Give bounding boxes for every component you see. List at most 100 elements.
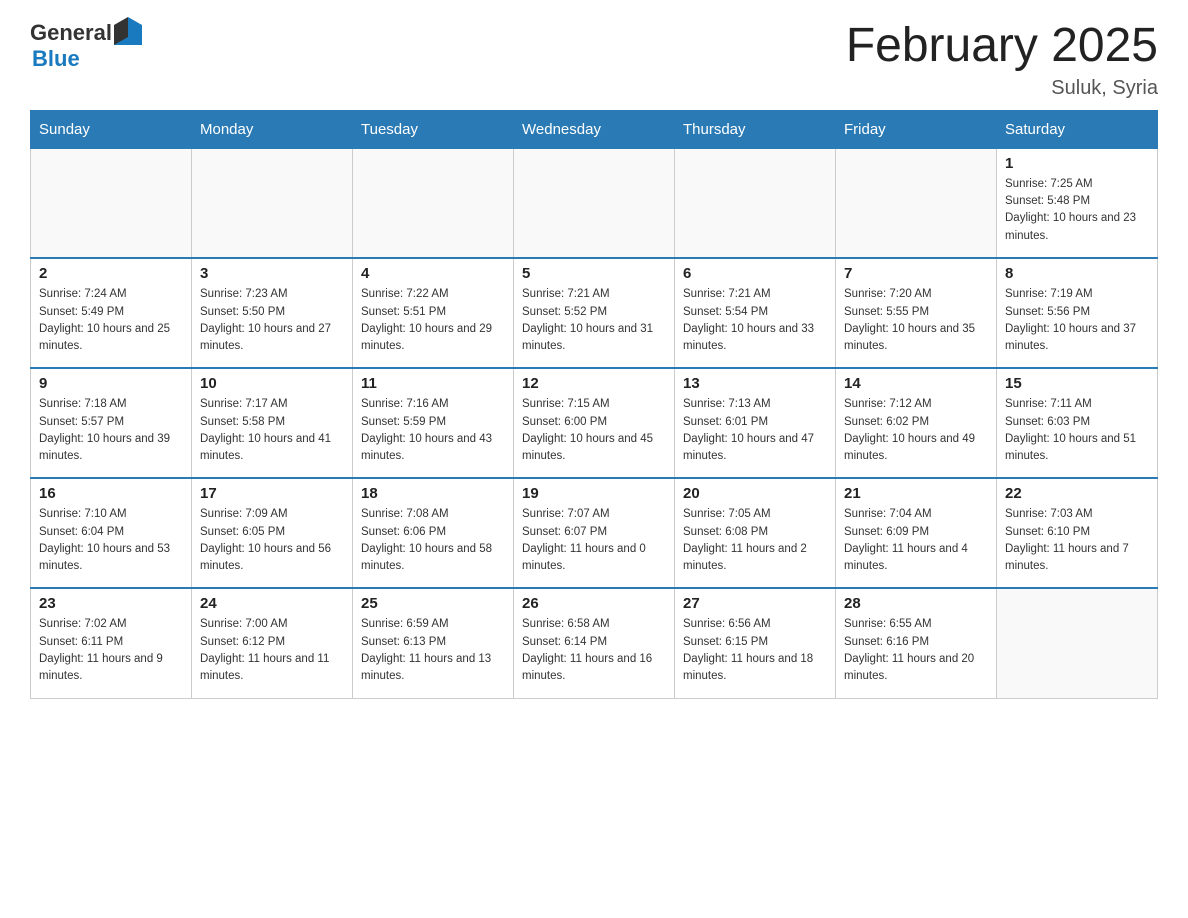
day-info: Sunrise: 6:56 AMSunset: 6:15 PMDaylight:…: [683, 616, 827, 685]
day-info: Sunrise: 7:07 AMSunset: 6:07 PMDaylight:…: [522, 506, 666, 575]
day-info: Sunrise: 7:02 AMSunset: 6:11 PMDaylight:…: [39, 616, 183, 685]
day-number: 24: [200, 595, 344, 612]
col-saturday: Saturday: [997, 110, 1158, 148]
table-row: 10 Sunrise: 7:17 AMSunset: 5:58 PMDayligh…: [192, 368, 353, 478]
table-row: 26 Sunrise: 6:58 AMSunset: 6:14 PMDayligh…: [514, 588, 675, 698]
table-row: 2 Sunrise: 7:24 AMSunset: 5:49 PMDaylight…: [31, 258, 192, 368]
day-number: 21: [844, 485, 988, 502]
day-info: Sunrise: 7:15 AMSunset: 6:00 PMDaylight:…: [522, 396, 666, 465]
table-row: [997, 588, 1158, 698]
table-row: 20 Sunrise: 7:05 AMSunset: 6:08 PMDayligh…: [675, 478, 836, 588]
day-info: Sunrise: 7:20 AMSunset: 5:55 PMDaylight:…: [844, 286, 988, 355]
day-info: Sunrise: 7:24 AMSunset: 5:49 PMDaylight:…: [39, 286, 183, 355]
col-monday: Monday: [192, 110, 353, 148]
logo: General Blue: [30, 20, 142, 72]
day-info: Sunrise: 7:21 AMSunset: 5:54 PMDaylight:…: [683, 286, 827, 355]
day-info: Sunrise: 7:22 AMSunset: 5:51 PMDaylight:…: [361, 286, 505, 355]
calendar-table: Sunday Monday Tuesday Wednesday Thursday…: [30, 110, 1158, 699]
table-row: 4 Sunrise: 7:22 AMSunset: 5:51 PMDaylight…: [353, 258, 514, 368]
table-row: [31, 148, 192, 258]
calendar-week-row: 2 Sunrise: 7:24 AMSunset: 5:49 PMDaylight…: [31, 258, 1158, 368]
day-number: 25: [361, 595, 505, 612]
day-number: 16: [39, 485, 183, 502]
day-info: Sunrise: 6:59 AMSunset: 6:13 PMDaylight:…: [361, 616, 505, 685]
day-number: 13: [683, 375, 827, 392]
day-number: 8: [1005, 265, 1149, 282]
location: Suluk, Syria: [846, 77, 1158, 100]
logo-icon: [114, 17, 142, 45]
day-info: Sunrise: 7:23 AMSunset: 5:50 PMDaylight:…: [200, 286, 344, 355]
day-number: 12: [522, 375, 666, 392]
table-row: 19 Sunrise: 7:07 AMSunset: 6:07 PMDayligh…: [514, 478, 675, 588]
logo-blue-text: Blue: [32, 46, 80, 72]
day-info: Sunrise: 7:21 AMSunset: 5:52 PMDaylight:…: [522, 286, 666, 355]
day-info: Sunrise: 7:25 AMSunset: 5:48 PMDaylight:…: [1005, 176, 1149, 245]
table-row: 15Sunrise: 7:11 AMSunset: 6:03 PMDayligh…: [997, 368, 1158, 478]
calendar-week-row: 1 Sunrise: 7:25 AMSunset: 5:48 PMDaylight…: [31, 148, 1158, 258]
day-info: Sunrise: 7:05 AMSunset: 6:08 PMDaylight:…: [683, 506, 827, 575]
table-row: [353, 148, 514, 258]
table-row: [675, 148, 836, 258]
title-block: February 2025 Suluk, Syria: [846, 20, 1158, 100]
table-row: 21Sunrise: 7:04 AMSunset: 6:09 PMDayligh…: [836, 478, 997, 588]
day-info: Sunrise: 7:00 AMSunset: 6:12 PMDaylight:…: [200, 616, 344, 685]
day-number: 10: [200, 375, 344, 392]
table-row: 6 Sunrise: 7:21 AMSunset: 5:54 PMDaylight…: [675, 258, 836, 368]
day-number: 22: [1005, 485, 1149, 502]
table-row: [836, 148, 997, 258]
day-number: 18: [361, 485, 505, 502]
day-info: Sunrise: 7:03 AMSunset: 6:10 PMDaylight:…: [1005, 506, 1149, 575]
calendar-week-row: 16 Sunrise: 7:10 AMSunset: 6:04 PMDayligh…: [31, 478, 1158, 588]
table-row: 3 Sunrise: 7:23 AMSunset: 5:50 PMDaylight…: [192, 258, 353, 368]
table-row: [514, 148, 675, 258]
table-row: 18 Sunrise: 7:08 AMSunset: 6:06 PMDayligh…: [353, 478, 514, 588]
day-info: Sunrise: 7:08 AMSunset: 6:06 PMDaylight:…: [361, 506, 505, 575]
day-number: 14: [844, 375, 988, 392]
table-row: 5 Sunrise: 7:21 AMSunset: 5:52 PMDaylight…: [514, 258, 675, 368]
table-row: 22 Sunrise: 7:03 AMSunset: 6:10 PMDayligh…: [997, 478, 1158, 588]
table-row: 28 Sunrise: 6:55 AMSunset: 6:16 PMDayligh…: [836, 588, 997, 698]
calendar-week-row: 9 Sunrise: 7:18 AMSunset: 5:57 PMDaylight…: [31, 368, 1158, 478]
day-number: 15: [1005, 375, 1149, 392]
table-row: 25 Sunrise: 6:59 AMSunset: 6:13 PMDayligh…: [353, 588, 514, 698]
day-info: Sunrise: 7:10 AMSunset: 6:04 PMDaylight:…: [39, 506, 183, 575]
calendar-week-row: 23 Sunrise: 7:02 AMSunset: 6:11 PMDayligh…: [31, 588, 1158, 698]
col-friday: Friday: [836, 110, 997, 148]
table-row: 17Sunrise: 7:09 AMSunset: 6:05 PMDayligh…: [192, 478, 353, 588]
day-info: Sunrise: 7:09 AMSunset: 6:05 PMDaylight:…: [200, 506, 344, 575]
day-info: Sunrise: 6:55 AMSunset: 6:16 PMDaylight:…: [844, 616, 988, 685]
day-number: 26: [522, 595, 666, 612]
day-number: 5: [522, 265, 666, 282]
day-number: 9: [39, 375, 183, 392]
day-number: 20: [683, 485, 827, 502]
table-row: 23 Sunrise: 7:02 AMSunset: 6:11 PMDayligh…: [31, 588, 192, 698]
day-info: Sunrise: 7:17 AMSunset: 5:58 PMDaylight:…: [200, 396, 344, 465]
day-number: 28: [844, 595, 988, 612]
day-info: Sunrise: 6:58 AMSunset: 6:14 PMDaylight:…: [522, 616, 666, 685]
day-number: 7: [844, 265, 988, 282]
col-sunday: Sunday: [31, 110, 192, 148]
day-info: Sunrise: 7:13 AMSunset: 6:01 PMDaylight:…: [683, 396, 827, 465]
day-number: 3: [200, 265, 344, 282]
table-row: 1 Sunrise: 7:25 AMSunset: 5:48 PMDaylight…: [997, 148, 1158, 258]
col-thursday: Thursday: [675, 110, 836, 148]
day-number: 6: [683, 265, 827, 282]
day-info: Sunrise: 7:16 AMSunset: 5:59 PMDaylight:…: [361, 396, 505, 465]
day-info: Sunrise: 7:18 AMSunset: 5:57 PMDaylight:…: [39, 396, 183, 465]
table-row: 13 Sunrise: 7:13 AMSunset: 6:01 PMDayligh…: [675, 368, 836, 478]
day-number: 23: [39, 595, 183, 612]
table-row: 11 Sunrise: 7:16 AMSunset: 5:59 PMDayligh…: [353, 368, 514, 478]
table-row: 14Sunrise: 7:12 AMSunset: 6:02 PMDayligh…: [836, 368, 997, 478]
table-row: 24 Sunrise: 7:00 AMSunset: 6:12 PMDayligh…: [192, 588, 353, 698]
table-row: 7 Sunrise: 7:20 AMSunset: 5:55 PMDaylight…: [836, 258, 997, 368]
day-number: 19: [522, 485, 666, 502]
col-tuesday: Tuesday: [353, 110, 514, 148]
day-number: 2: [39, 265, 183, 282]
table-row: 8 Sunrise: 7:19 AMSunset: 5:56 PMDaylight…: [997, 258, 1158, 368]
table-row: 16 Sunrise: 7:10 AMSunset: 6:04 PMDayligh…: [31, 478, 192, 588]
day-number: 4: [361, 265, 505, 282]
day-number: 11: [361, 375, 505, 392]
day-info: Sunrise: 7:19 AMSunset: 5:56 PMDaylight:…: [1005, 286, 1149, 355]
day-number: 1: [1005, 155, 1149, 172]
table-row: [192, 148, 353, 258]
